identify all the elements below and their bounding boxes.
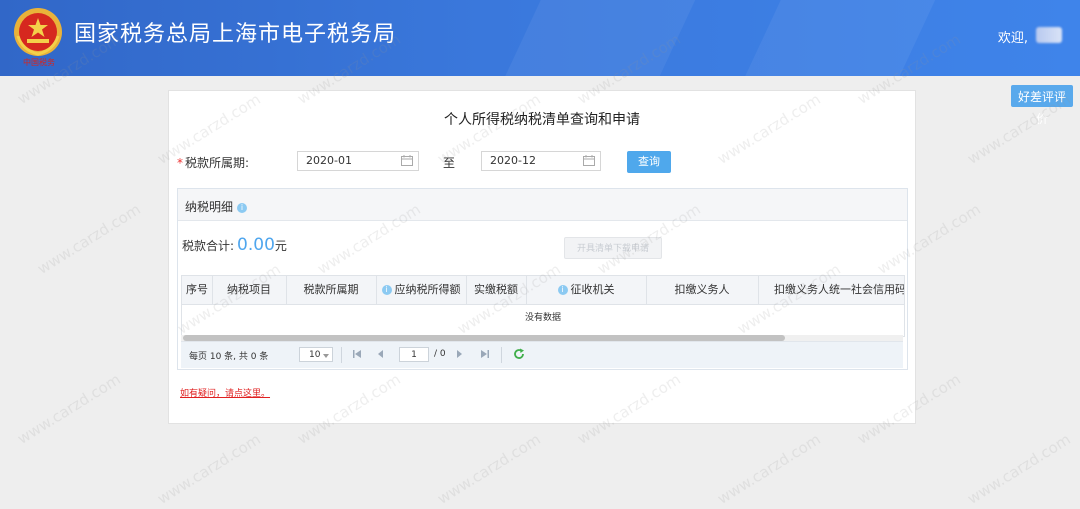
download-request-button[interactable]: 开具清单下载申请 — [564, 237, 662, 259]
chevron-down-icon — [323, 354, 329, 358]
previous-page-icon[interactable] — [375, 348, 387, 360]
period-label: * 税款所属期: — [177, 154, 249, 171]
column-header-tax-item[interactable]: 纳税项目 — [212, 276, 287, 304]
site-title: 国家税务总局上海市电子税务局 — [74, 22, 397, 47]
total-unit: 元 — [274, 239, 287, 253]
page-size-select[interactable]: 10 — [299, 347, 333, 362]
total-amount: 0.00 — [237, 235, 275, 255]
total-pages: / 0 — [434, 349, 446, 359]
banner-decoration — [724, 0, 936, 76]
pager-divider — [501, 347, 502, 363]
end-date-input[interactable]: 2020-12 — [481, 151, 601, 171]
watermark-text: www.carzd.com — [14, 370, 124, 448]
tax-detail-section: 纳税明细 i 税款合计: 0.00元 开具清单下载申请 序号 纳税项目 税款所属期 … — [177, 188, 908, 370]
detail-title-text: 纳税明细 — [185, 200, 234, 214]
tax-emblem-icon — [14, 8, 62, 56]
column-header-agent-credit-code[interactable]: 扣缴义务人统一社会信用码 — [758, 276, 904, 304]
page-size-value: 10 — [309, 350, 321, 360]
to-label: 至 — [443, 156, 456, 170]
start-date-input[interactable]: 2020-01 — [297, 151, 419, 171]
watermark-text: www.carzd.com — [154, 430, 264, 508]
tax-total: 税款合计: 0.00元 — [182, 235, 287, 255]
info-icon[interactable]: i — [557, 285, 568, 295]
required-star: * — [177, 156, 183, 170]
end-date-value: 2020-12 — [490, 154, 536, 167]
refresh-icon[interactable] — [513, 348, 525, 360]
welcome-text: 欢迎, — [997, 31, 1028, 46]
pager-divider — [341, 347, 342, 363]
table-pagination: 每页 10 条, 共 0 条 10 1 / 0 — [181, 341, 903, 368]
pagination-summary: 每页 10 条, 共 0 条 — [189, 352, 269, 362]
column-header-period[interactable]: 税款所属期 — [286, 276, 377, 304]
tax-detail-table: 序号 纳税项目 税款所属期 i 应纳税所得额 实缴税额 i 征收机关 扣缴义务人 扣… — [181, 275, 905, 337]
help-link[interactable]: 如有疑问，请点这里。 — [180, 386, 270, 399]
last-page-icon[interactable] — [479, 348, 491, 360]
info-icon[interactable]: i — [237, 202, 248, 213]
watermark-text: www.carzd.com — [964, 430, 1074, 508]
column-header-tax-authority[interactable]: i 征收机关 — [526, 276, 647, 304]
query-button[interactable]: 查询 — [627, 151, 671, 173]
banner-decoration — [484, 0, 696, 76]
column-header-paid-tax[interactable]: 实缴税额 — [466, 276, 527, 304]
calendar-icon[interactable] — [401, 155, 413, 166]
detail-header: 纳税明细 i — [178, 189, 907, 221]
start-date-value: 2020-01 — [306, 154, 352, 167]
tax-authority-label: 征收机关 — [570, 283, 615, 296]
taxable-income-label: 应纳税所得额 — [394, 283, 461, 296]
current-page-input[interactable]: 1 — [399, 347, 429, 362]
column-header-taxable-income[interactable]: i 应纳税所得额 — [376, 276, 467, 304]
watermark-text: www.carzd.com — [34, 200, 144, 278]
rating-button[interactable]: 好差评评价 — [1011, 85, 1073, 126]
column-header-index[interactable]: 序号 — [182, 276, 213, 304]
watermark-text: www.carzd.com — [714, 430, 824, 508]
next-page-icon[interactable] — [453, 348, 465, 360]
column-header-withholding-agent[interactable]: 扣缴义务人 — [646, 276, 759, 304]
watermark-text: www.carzd.com — [434, 430, 544, 508]
table-header: 序号 纳税项目 税款所属期 i 应纳税所得额 实缴税额 i 征收机关 扣缴义务人 扣… — [182, 276, 904, 305]
user-name-avatar[interactable] — [1036, 27, 1062, 43]
main-panel: 个人所得税纳税清单查询和申请 * 税款所属期: 2020-01 至 2020-12… — [168, 90, 916, 424]
detail-title: 纳税明细 i — [185, 198, 248, 215]
first-page-icon[interactable] — [351, 348, 363, 360]
page-title: 个人所得税纳税清单查询和申请 — [444, 112, 640, 128]
info-icon[interactable]: i — [381, 285, 392, 295]
period-label-text: 税款所属期: — [185, 156, 250, 170]
no-data-message: 没有数据 — [524, 313, 561, 323]
top-banner: 中国税务 国家税务总局上海市电子税务局 欢迎, — [0, 0, 1080, 76]
total-label: 税款合计: — [182, 239, 235, 253]
calendar-icon[interactable] — [583, 155, 595, 166]
emblem-caption: 中国税务 — [23, 58, 55, 67]
